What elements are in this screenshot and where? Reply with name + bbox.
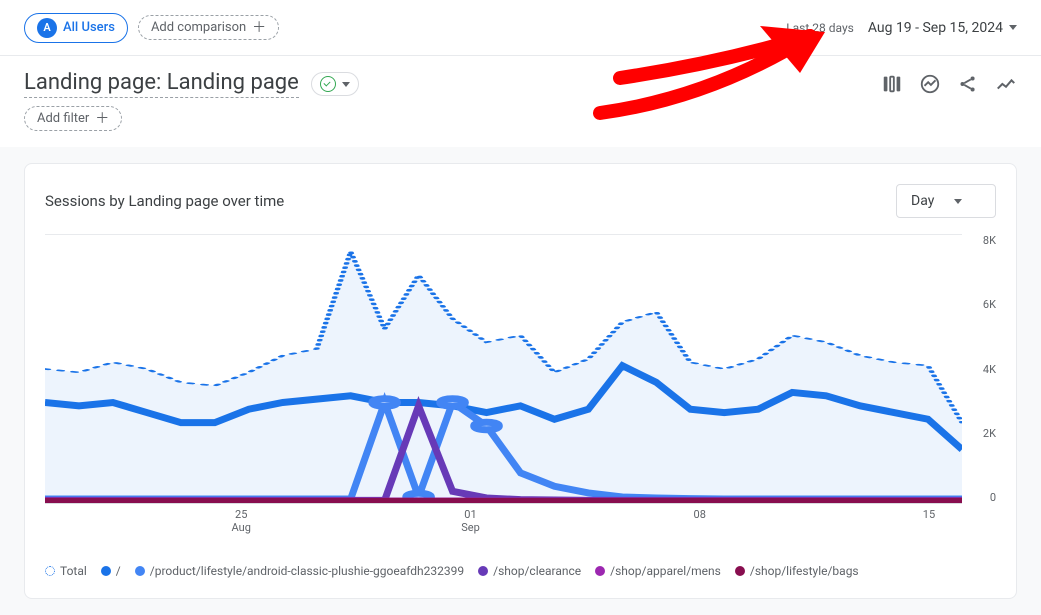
legend-swatch	[595, 566, 605, 576]
legend-item[interactable]: Total	[45, 564, 87, 578]
audience-chip[interactable]: A All Users	[24, 13, 128, 43]
top-bar: A All Users Add comparison ＋ Last 28 day…	[0, 0, 1041, 56]
y-tick: 4K	[983, 363, 996, 376]
legend-swatch	[735, 566, 745, 576]
card-title: Sessions by Landing page over time	[45, 192, 284, 210]
audience-avatar: A	[37, 18, 57, 38]
x-tick: 08	[694, 508, 706, 521]
y-tick: 8K	[983, 234, 996, 247]
add-comparison-chip[interactable]: Add comparison ＋	[138, 15, 279, 40]
chevron-down-icon	[954, 199, 962, 204]
plus-icon: ＋	[95, 112, 109, 126]
line-chart[interactable]: 8K 6K 4K 2K 0 25Aug 01Sep 08 15	[45, 234, 996, 534]
x-tick: 01Sep	[461, 508, 480, 534]
legend-item[interactable]: /shop/clearance	[478, 564, 581, 578]
x-tick: 15	[923, 508, 935, 521]
action-icons	[881, 73, 1017, 95]
y-tick: 0	[990, 491, 996, 504]
legend-label: /shop/lifestyle/bags	[750, 564, 859, 578]
add-filter-chip[interactable]: Add filter ＋	[24, 106, 122, 131]
legend-swatch	[101, 566, 111, 576]
audience-label: All Users	[63, 20, 115, 35]
legend-item[interactable]: /shop/lifestyle/bags	[735, 564, 859, 578]
plus-icon: ＋	[252, 21, 266, 35]
legend-swatch	[478, 566, 488, 576]
customize-icon[interactable]	[881, 73, 903, 95]
y-tick: 6K	[983, 298, 996, 311]
granularity-value: Day	[911, 193, 934, 209]
y-tick: 2K	[983, 427, 996, 440]
legend-item[interactable]: /product/lifestyle/android-classic-plush…	[135, 564, 464, 578]
chart-card: Sessions by Landing page over time Day 8…	[24, 163, 1017, 599]
legend-label: /shop/apparel/mens	[610, 564, 721, 578]
legend-item[interactable]: /shop/apparel/mens	[595, 564, 721, 578]
add-comparison-label: Add comparison	[151, 20, 246, 35]
date-range-picker[interactable]: Aug 19 - Sep 15, 2024	[868, 20, 1017, 36]
legend: Total / /product/lifestyle/android-classic…	[45, 564, 996, 578]
legend-label: /	[116, 564, 121, 578]
legend-swatch	[45, 566, 55, 576]
date-range-text: Aug 19 - Sep 15, 2024	[868, 20, 1003, 36]
chevron-down-icon	[1009, 25, 1017, 30]
legend-swatch	[135, 566, 145, 576]
x-tick: 25Aug	[232, 508, 251, 534]
legend-label: Total	[60, 564, 87, 578]
date-period-label: Last 28 days	[786, 21, 854, 35]
legend-item[interactable]: /	[101, 564, 121, 578]
x-axis-ticks: 25Aug 01Sep 08 15	[45, 508, 962, 534]
share-icon[interactable]	[957, 73, 979, 95]
status-pill[interactable]	[311, 72, 359, 96]
plot-area	[45, 234, 962, 504]
insights-icon[interactable]	[919, 73, 941, 95]
report-header: Landing page: Landing page	[0, 56, 1041, 106]
legend-label: /product/lifestyle/android-classic-plush…	[150, 564, 464, 578]
legend-label: /shop/clearance	[493, 564, 581, 578]
chevron-down-icon	[342, 82, 350, 87]
add-filter-label: Add filter	[37, 111, 89, 126]
y-axis-ticks: 8K 6K 4K 2K 0	[966, 234, 996, 504]
trend-icon[interactable]	[995, 73, 1017, 95]
filter-row: Add filter ＋	[0, 106, 1041, 147]
check-circle-icon	[320, 76, 336, 92]
page-title[interactable]: Landing page: Landing page	[24, 70, 299, 98]
granularity-dropdown[interactable]: Day	[896, 184, 996, 218]
